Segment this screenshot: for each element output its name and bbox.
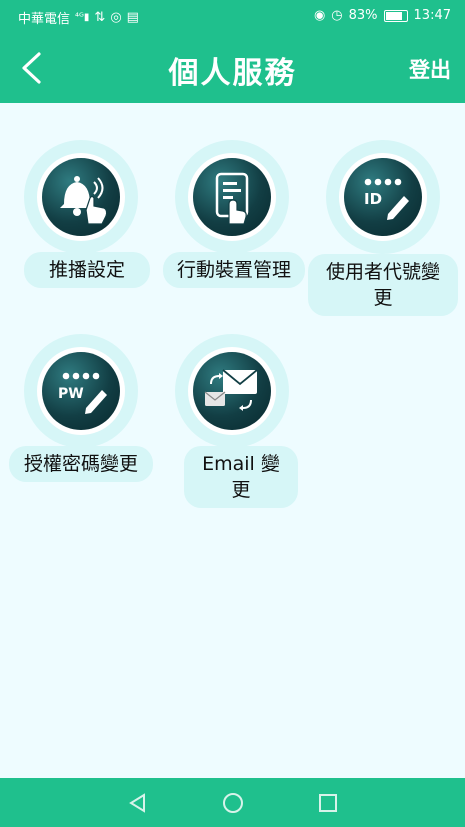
icon-halo: ID (326, 140, 440, 254)
icon-halo (175, 334, 289, 448)
message-icon: ▤ (126, 10, 139, 25)
icon-frame: ID (339, 153, 427, 241)
system-navigation-bar (0, 778, 465, 827)
eye-icon: ◉ (313, 8, 326, 23)
svg-text:ID: ID (364, 190, 382, 208)
app-notification-icon: ◎ (110, 10, 122, 25)
status-bar: 中華電信 ⁴ᴳ▮ ⇅ ◎ ▤ ◉ ◷ 83% 13:47 (0, 0, 465, 33)
app-bar: 個人服務 登出 (0, 33, 465, 103)
mobile-device-icon (193, 158, 271, 236)
icon-halo (175, 140, 289, 254)
bell-notification-icon (42, 158, 120, 236)
icon-frame (188, 347, 276, 435)
icon-frame (37, 153, 125, 241)
nav-recents-icon[interactable] (317, 792, 339, 814)
icon-frame (188, 153, 276, 241)
menu-item-label: Email 變更 (184, 446, 298, 508)
clock-time: 13:47 (413, 8, 451, 23)
page-title: 個人服務 (168, 56, 297, 91)
menu-item-label: 授權密碼變更 (9, 446, 153, 482)
email-change-icon (193, 352, 271, 430)
sync-icon: ⇅ (94, 10, 106, 25)
menu-item-label: 行動裝置管理 (163, 252, 305, 288)
pw-edit-icon: PW (42, 352, 120, 430)
svg-text:PW: PW (58, 386, 84, 402)
alarm-icon: ◷ (331, 8, 343, 23)
id-edit-icon: ID (344, 158, 422, 236)
nav-back-icon[interactable] (127, 792, 149, 814)
icon-frame: PW (37, 347, 125, 435)
icon-halo: PW (24, 334, 138, 448)
battery-percent: 83% (348, 8, 378, 23)
menu-item-label: 使用者代號變更 (308, 254, 458, 316)
menu-item-label: 推播設定 (24, 252, 150, 288)
nav-home-icon[interactable] (221, 791, 245, 815)
icon-halo (24, 140, 138, 254)
battery-icon (383, 9, 408, 22)
signal-icon: ⁴ᴳ▮ (75, 12, 90, 23)
logout-button[interactable]: 登出 (409, 54, 451, 84)
carrier-name: 中華電信 (18, 12, 71, 27)
